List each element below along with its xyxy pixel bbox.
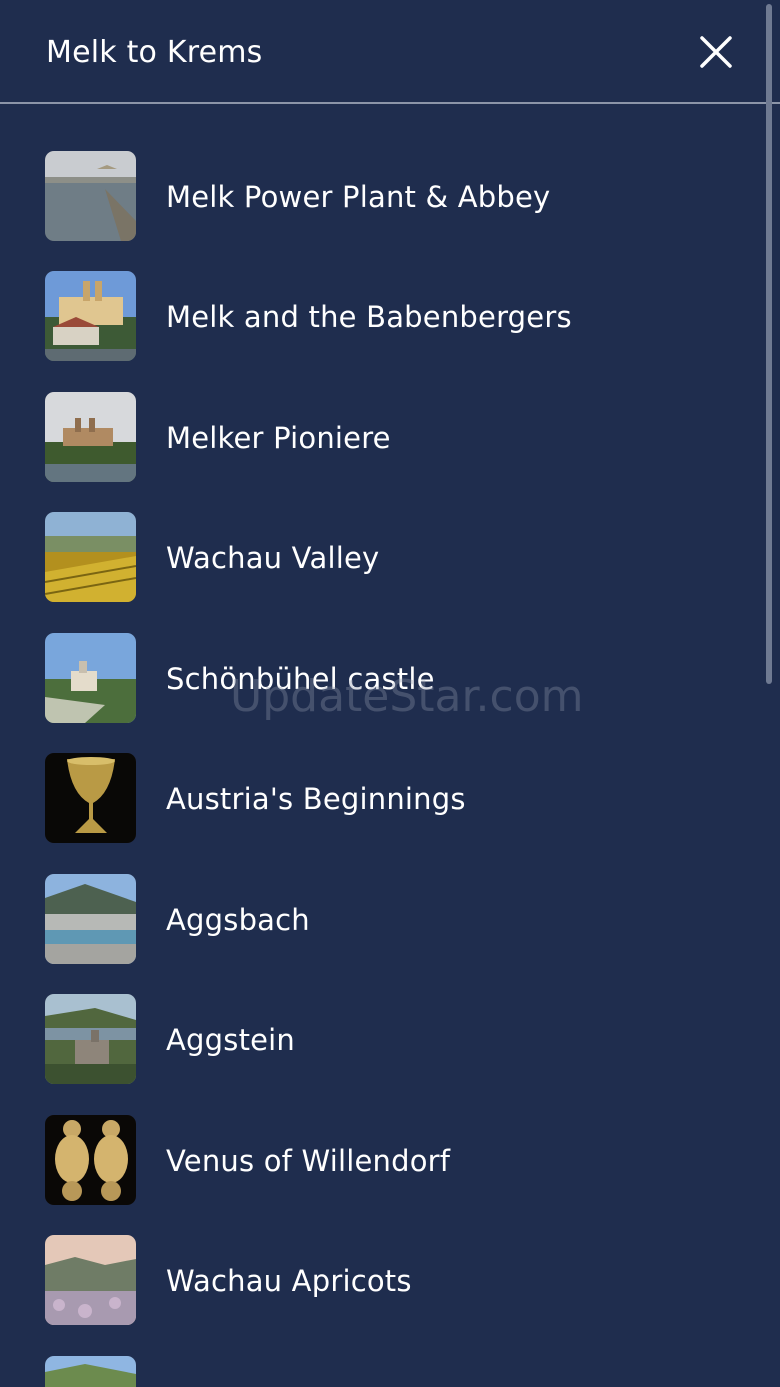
list-item-melker-pioniere[interactable]: Melker Pioniere (0, 345, 760, 482)
list-item-melk-babenbergers[interactable]: Melk and the Babenbergers (0, 224, 760, 361)
item-label: Schönbühel castle (166, 662, 435, 696)
scrollbar[interactable] (766, 4, 772, 684)
item-label: Melk and the Babenbergers (166, 300, 572, 334)
list-item-aggsbach[interactable]: Aggsbach (0, 827, 760, 964)
screen: Melk to Krems Melk Power Plant & Abbey M… (0, 0, 780, 1387)
close-icon (700, 36, 732, 68)
list-item-aggstein[interactable]: Aggstein (0, 947, 760, 1084)
item-label: Wachau Apricots (166, 1264, 412, 1298)
item-label: Austria's Beginnings (166, 782, 466, 816)
list-item-wachau-apricots[interactable]: Wachau Apricots (0, 1188, 760, 1325)
list-item-wachau-valley[interactable]: Wachau Valley (0, 465, 760, 602)
close-button[interactable] (692, 28, 740, 76)
list-item-partial[interactable] (0, 1309, 760, 1387)
item-label: Wachau Valley (166, 541, 380, 575)
item-label: Melker Pioniere (166, 421, 391, 455)
thumbnail-image (45, 1356, 136, 1387)
list-item-schonbuhel-castle[interactable]: Schönbühel castle (0, 586, 760, 723)
list-item-melk-power-plant[interactable]: Melk Power Plant & Abbey (0, 104, 760, 241)
item-label: Aggsbach (166, 903, 310, 937)
page-title: Melk to Krems (46, 35, 263, 70)
item-label: Melk Power Plant & Abbey (166, 180, 551, 214)
item-label: Venus of Willendorf (166, 1144, 451, 1178)
item-label: Aggstein (166, 1023, 296, 1057)
list-item-venus-of-willendorf[interactable]: Venus of Willendorf (0, 1068, 760, 1205)
header: Melk to Krems (0, 0, 780, 104)
list-item-austrias-beginnings[interactable]: Austria's Beginnings (0, 706, 760, 843)
